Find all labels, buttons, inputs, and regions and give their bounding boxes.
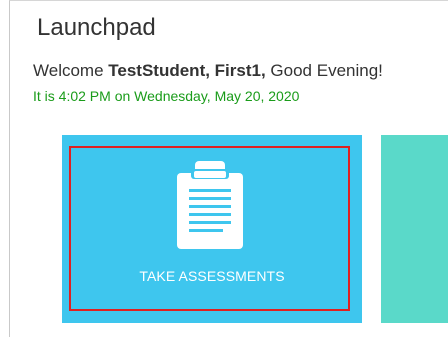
clipboard-icon: [177, 161, 243, 249]
current-datetime: It is 4:02 PM on Wednesday, May 20, 2020: [33, 88, 300, 104]
take-assessments-tile[interactable]: TAKE ASSESSMENTS: [62, 135, 362, 323]
user-name: TestStudent, First1,: [108, 61, 266, 80]
welcome-suffix: Good Evening!: [265, 61, 383, 80]
welcome-message: Welcome TestStudent, First1, Good Evenin…: [33, 61, 383, 81]
next-tile[interactable]: [381, 135, 448, 323]
welcome-prefix: Welcome: [33, 61, 109, 80]
take-assessments-label: TAKE ASSESSMENTS: [139, 268, 285, 284]
page-title: Launchpad: [37, 14, 156, 41]
